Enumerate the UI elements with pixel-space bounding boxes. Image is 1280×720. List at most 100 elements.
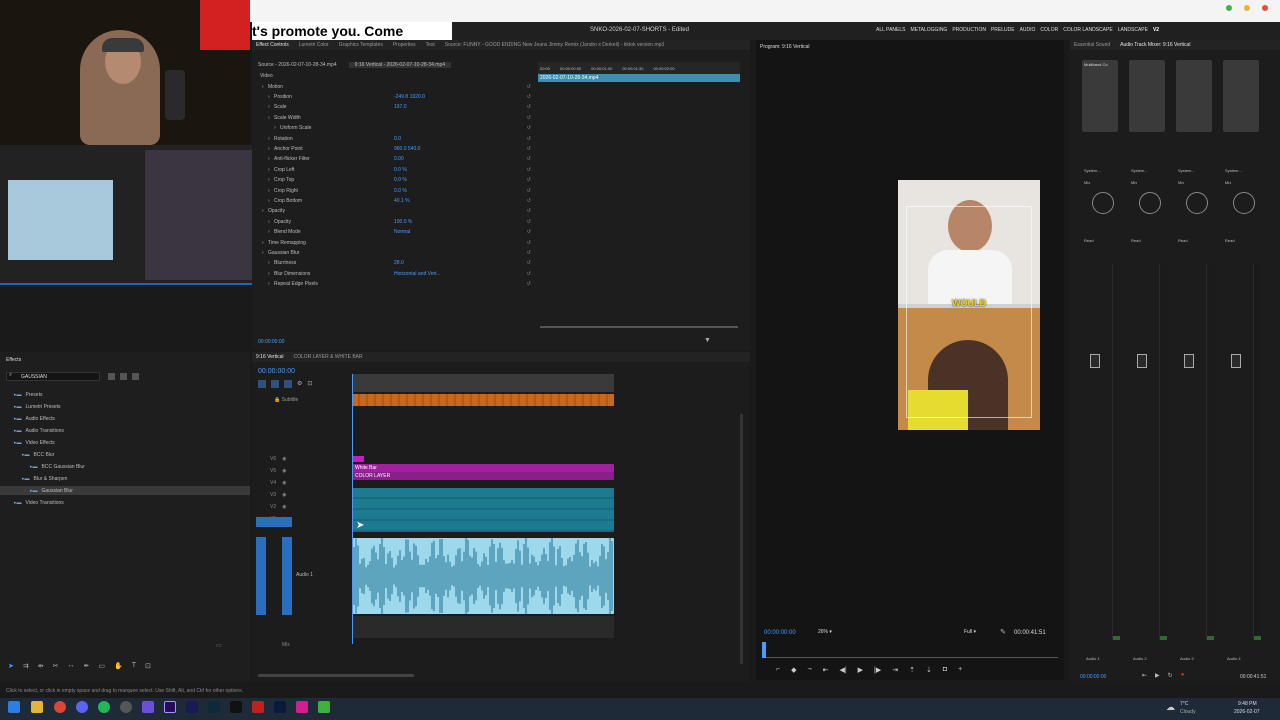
property-row[interactable]: › Scale 197.0 ↺ bbox=[252, 103, 537, 112]
linked-selection-icon[interactable] bbox=[271, 380, 279, 388]
mixer-go-start-icon[interactable]: ⇤ bbox=[1142, 672, 1147, 679]
reset-icon[interactable]: ↺ bbox=[527, 115, 531, 121]
yuv-filter-icon[interactable] bbox=[132, 373, 139, 380]
effects-tree-item[interactable]: ▸▬ Audio Effects bbox=[0, 414, 250, 423]
video-track-header[interactable]: V2 ◉ bbox=[270, 504, 287, 510]
channel-mix-select[interactable]: Mix bbox=[1178, 180, 1184, 185]
marker-icon[interactable]: ◆ bbox=[791, 666, 796, 674]
add-icon[interactable]: + bbox=[958, 666, 962, 674]
reset-icon[interactable]: ↺ bbox=[527, 250, 531, 256]
property-row[interactable]: › Anchor Point 960.0 540.0 ↺ bbox=[252, 144, 537, 153]
go-to-out-icon[interactable]: ⇥ bbox=[892, 666, 898, 674]
reset-icon[interactable]: ↺ bbox=[527, 198, 531, 204]
timeline-hscroll[interactable] bbox=[258, 674, 414, 677]
pan-knob[interactable] bbox=[1139, 192, 1161, 214]
pan-knob[interactable] bbox=[1233, 192, 1255, 214]
filter-icon[interactable]: ▼ bbox=[704, 337, 711, 344]
new-folder-icon[interactable]: ▭ bbox=[216, 642, 222, 649]
lock-icon[interactable]: 🔒 bbox=[274, 397, 280, 403]
captions-icon[interactable]: ⊡ bbox=[307, 380, 312, 388]
tab-properties[interactable]: Properties bbox=[393, 42, 416, 48]
effect-slot[interactable] bbox=[1223, 60, 1259, 132]
audition-icon[interactable] bbox=[208, 701, 220, 713]
vpn-icon[interactable] bbox=[142, 701, 154, 713]
mark-out-icon[interactable]: ¬ bbox=[807, 666, 811, 674]
tab-audio-track-mixer[interactable]: Audio Track Mixer: 9:16 Vertical bbox=[1120, 42, 1190, 48]
channel-output-select[interactable]: System... bbox=[1131, 168, 1148, 173]
clip-white-bar[interactable]: White Bar bbox=[352, 464, 614, 472]
workspace-production[interactable]: PRODUCTION bbox=[952, 27, 986, 33]
subtitle-clip[interactable] bbox=[352, 394, 614, 406]
property-row[interactable]: › Opacity 100.0 % ↺ bbox=[252, 217, 537, 226]
chrome-icon[interactable] bbox=[54, 701, 66, 713]
channel-output-select[interactable]: System... bbox=[1225, 168, 1242, 173]
property-value[interactable]: 960.0 540.0 bbox=[394, 146, 514, 152]
workspace-color[interactable]: COLOR bbox=[1040, 27, 1058, 33]
channel-mix-select[interactable]: Mix bbox=[1225, 180, 1231, 185]
property-value[interactable]: 100.0 % bbox=[394, 219, 514, 225]
property-value[interactable]: 28.0 bbox=[394, 260, 514, 266]
step-back-icon[interactable]: ◀| bbox=[839, 666, 846, 674]
property-value[interactable]: 0.0 % bbox=[394, 188, 514, 194]
automation-mode-select[interactable]: Read bbox=[1131, 238, 1141, 243]
workspace-prelude[interactable]: PRELUDE bbox=[991, 27, 1015, 33]
channel-mix-select[interactable]: Mix bbox=[1084, 180, 1090, 185]
tab-sequence-vertical[interactable]: 9:16 Vertical bbox=[256, 354, 284, 360]
eye-icon[interactable]: ◉ bbox=[282, 456, 286, 462]
property-row[interactable]: › Opacity ↺ bbox=[252, 207, 537, 216]
workspace-metalogging[interactable]: METALOGGING bbox=[910, 27, 947, 33]
property-row[interactable]: › Gaussian Blur ↺ bbox=[252, 248, 537, 257]
v1-target-highlight[interactable] bbox=[256, 517, 292, 527]
eye-icon[interactable]: ◉ bbox=[282, 480, 286, 486]
volume-fader[interactable] bbox=[1137, 354, 1147, 368]
a1-target-highlight[interactable] bbox=[256, 537, 266, 615]
pan-knob[interactable] bbox=[1186, 192, 1208, 214]
timeline-ruler[interactable] bbox=[352, 374, 614, 392]
video-track-header[interactable]: V3 ◉ bbox=[270, 492, 287, 498]
effect-slot[interactable]: Multiband Co bbox=[1082, 60, 1118, 132]
track-select-icon[interactable]: ⇉ bbox=[23, 662, 29, 670]
property-row[interactable]: › Blur Dimensions Horizontal and Vert... ↺ bbox=[252, 269, 537, 278]
tab-text[interactable]: Text bbox=[426, 42, 435, 48]
volume-fader[interactable] bbox=[1184, 354, 1194, 368]
effect-slot[interactable] bbox=[1129, 60, 1165, 132]
add-marker-icon[interactable] bbox=[284, 380, 292, 388]
timeline-playhead[interactable] bbox=[352, 374, 353, 644]
source-label[interactable]: Source - 2026-02-07-10-28-34.mp4 bbox=[258, 62, 337, 68]
effects-search-input[interactable]: GAUSSIAN bbox=[6, 372, 100, 381]
reset-icon[interactable]: ↺ bbox=[527, 281, 531, 287]
property-row[interactable]: › Blurriness 28.0 ↺ bbox=[252, 259, 537, 268]
property-value[interactable]: 0.0 bbox=[394, 136, 514, 142]
video-track-header[interactable]: V5 ◉ bbox=[270, 468, 287, 474]
effects-tree-item[interactable]: ▸▬ BCC Blur bbox=[0, 450, 250, 459]
tab-lumetri-color[interactable]: Lumetri Color bbox=[299, 42, 329, 48]
clip-color-layer[interactable]: COLOR LAYER bbox=[352, 472, 614, 480]
effect-clip-bar[interactable]: 2026-02-07-10-28-34.mp4 bbox=[538, 74, 740, 82]
quality-select[interactable]: Full ▾ bbox=[964, 629, 976, 635]
property-value[interactable]: 0.0 % bbox=[394, 177, 514, 183]
effects-tree-item[interactable]: ▸▬ Gaussian Blur bbox=[0, 486, 250, 495]
discord-icon[interactable] bbox=[76, 701, 88, 713]
property-value[interactable]: Horizontal and Vert... bbox=[394, 271, 514, 277]
effects-tab[interactable]: Effects bbox=[6, 357, 21, 363]
video-track-header[interactable]: V6 ◉ bbox=[270, 456, 287, 462]
reset-icon[interactable]: ↺ bbox=[527, 240, 531, 246]
file-explorer-icon[interactable] bbox=[31, 701, 43, 713]
weather-icon[interactable]: ☁ bbox=[1166, 702, 1175, 713]
reset-icon[interactable]: ↺ bbox=[527, 104, 531, 110]
volume-fader[interactable] bbox=[1231, 354, 1241, 368]
step-forward-icon[interactable]: |▶ bbox=[874, 666, 881, 674]
32bit-filter-icon[interactable] bbox=[120, 373, 127, 380]
property-value[interactable]: 0.00 bbox=[394, 156, 514, 162]
automation-mode-select[interactable]: Read bbox=[1178, 238, 1188, 243]
extract-icon[interactable]: ⇣ bbox=[926, 666, 932, 674]
reset-icon[interactable]: ↺ bbox=[527, 260, 531, 266]
after-effects-icon[interactable] bbox=[186, 701, 198, 713]
effects-tree-item[interactable]: ▸▬ Audio Transitions bbox=[0, 426, 250, 435]
video-track-header[interactable]: V4 ◉ bbox=[270, 480, 287, 486]
reset-icon[interactable]: ↺ bbox=[527, 208, 531, 214]
capcut-icon[interactable] bbox=[230, 701, 242, 713]
mixer-loop-icon[interactable]: ↻ bbox=[1168, 672, 1173, 679]
photoshop-icon[interactable] bbox=[274, 701, 286, 713]
spotify-icon[interactable] bbox=[98, 701, 110, 713]
